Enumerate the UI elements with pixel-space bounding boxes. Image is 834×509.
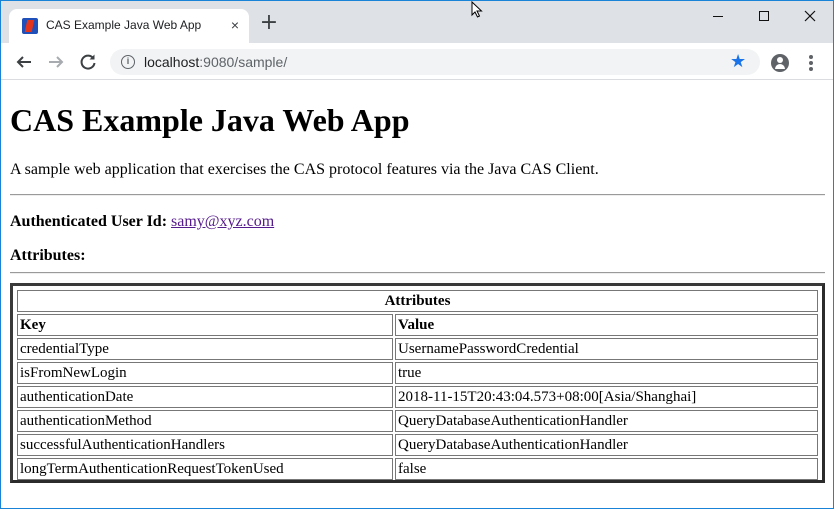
minimize-button[interactable] xyxy=(695,1,741,31)
table-caption: Attributes xyxy=(17,290,818,312)
attribute-key: isFromNewLogin xyxy=(17,362,393,384)
attribute-value: false xyxy=(395,458,818,480)
table-row: authenticationMethod QueryDatabaseAuthen… xyxy=(17,410,818,432)
reload-icon xyxy=(80,54,96,70)
tab-strip: CAS Example Java Web App × + xyxy=(1,1,833,43)
maximize-icon xyxy=(759,11,769,21)
close-window-button[interactable] xyxy=(787,1,833,31)
table-header-row: Key Value xyxy=(17,314,818,336)
page-content: CAS Example Java Web App A sample web ap… xyxy=(1,81,833,508)
tab-cas-example[interactable]: CAS Example Java Web App × xyxy=(9,9,249,43)
table-row: successfulAuthenticationHandlers QueryDa… xyxy=(17,434,818,456)
attribute-value: true xyxy=(395,362,818,384)
attribute-key: credentialType xyxy=(17,338,393,360)
column-header-key: Key xyxy=(17,314,393,336)
minimize-icon xyxy=(713,16,723,17)
bookmark-star-icon[interactable]: ★ xyxy=(730,51,746,72)
new-tab-button[interactable]: + xyxy=(259,12,279,34)
more-menu-icon[interactable] xyxy=(803,54,819,72)
address-bar[interactable]: i localhost:9080/sample/ ★ xyxy=(110,49,760,75)
tab-title: CAS Example Java Web App xyxy=(46,18,202,32)
user-id-label: Authenticated User Id: xyxy=(10,213,168,230)
app-favicon-icon xyxy=(22,18,38,34)
back-arrow-icon xyxy=(16,56,31,68)
page-description: A sample web application that exercises … xyxy=(10,161,599,178)
forward-arrow-icon xyxy=(49,56,64,68)
divider xyxy=(10,272,825,274)
browser-toolbar: i localhost:9080/sample/ ★ xyxy=(1,43,833,80)
table-caption-row: Attributes xyxy=(17,290,818,312)
mouse-cursor-icon xyxy=(471,1,483,18)
attribute-value: QueryDatabaseAuthenticationHandler xyxy=(395,434,818,456)
attributes-table: Attributes Key Value credentialType User… xyxy=(15,288,820,482)
table-row: isFromNewLogin true xyxy=(17,362,818,384)
attribute-value: QueryDatabaseAuthenticationHandler xyxy=(395,410,818,432)
user-id-link[interactable]: samy@xyz.com xyxy=(171,213,274,230)
divider xyxy=(10,194,825,196)
authenticated-user: Authenticated User Id: samy@xyz.com xyxy=(10,213,274,231)
table-row: authenticationDate 2018-11-15T20:43:04.5… xyxy=(17,386,818,408)
table-row: longTermAuthenticationRequestTokenUsed f… xyxy=(17,458,818,480)
reload-button[interactable] xyxy=(75,49,101,75)
attribute-value: UsernamePasswordCredential xyxy=(395,338,818,360)
attribute-value: 2018-11-15T20:43:04.573+08:00[Asia/Shang… xyxy=(395,386,818,408)
attribute-key: successfulAuthenticationHandlers xyxy=(17,434,393,456)
attribute-key: authenticationMethod xyxy=(17,410,393,432)
attributes-table-frame: Attributes Key Value credentialType User… xyxy=(10,283,825,483)
table-row: credentialType UsernamePasswordCredentia… xyxy=(17,338,818,360)
close-tab-icon[interactable]: × xyxy=(227,17,243,33)
attribute-key: authenticationDate xyxy=(17,386,393,408)
back-button[interactable] xyxy=(11,49,37,75)
forward-button[interactable] xyxy=(43,49,69,75)
close-icon xyxy=(804,10,816,22)
browser-window: CAS Example Java Web App × + i localhost… xyxy=(0,0,834,509)
page-title: CAS Example Java Web App xyxy=(10,102,410,138)
account-icon[interactable] xyxy=(771,54,789,72)
column-header-value: Value xyxy=(395,314,818,336)
attributes-heading: Attributes: xyxy=(10,247,86,264)
url-text[interactable]: localhost:9080/sample/ xyxy=(144,54,287,70)
attribute-key: longTermAuthenticationRequestTokenUsed xyxy=(17,458,393,480)
maximize-button[interactable] xyxy=(741,1,787,31)
site-info-icon[interactable]: i xyxy=(121,55,135,69)
